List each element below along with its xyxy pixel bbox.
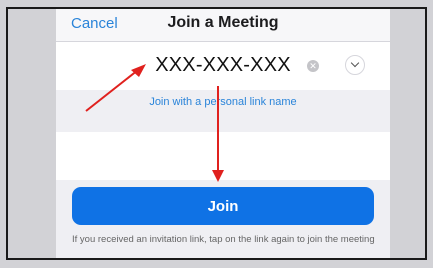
history-dropdown-button[interactable] bbox=[345, 55, 365, 75]
empty-field-row bbox=[56, 132, 390, 180]
clear-x-icon[interactable]: ✕ bbox=[307, 60, 319, 72]
join-meeting-screen: Cancel Join a Meeting XXX-XXX-XXX ✕ Join… bbox=[56, 9, 390, 258]
personal-link-name-link[interactable]: Join with a personal link name bbox=[56, 96, 390, 108]
meeting-id-field[interactable]: XXX-XXX-XXX ✕ bbox=[56, 42, 390, 90]
invitation-hint-text: If you received an invitation link, tap … bbox=[72, 234, 375, 245]
screenshot-frame: Cancel Join a Meeting XXX-XXX-XXX ✕ Join… bbox=[6, 7, 427, 260]
join-button[interactable]: Join bbox=[72, 187, 374, 225]
chevron-down-icon bbox=[350, 58, 360, 68]
page-title: Join a Meeting bbox=[167, 14, 279, 31]
navigation-bar: Cancel Join a Meeting bbox=[56, 9, 390, 42]
meeting-id-value[interactable]: XXX-XXX-XXX bbox=[56, 54, 390, 77]
